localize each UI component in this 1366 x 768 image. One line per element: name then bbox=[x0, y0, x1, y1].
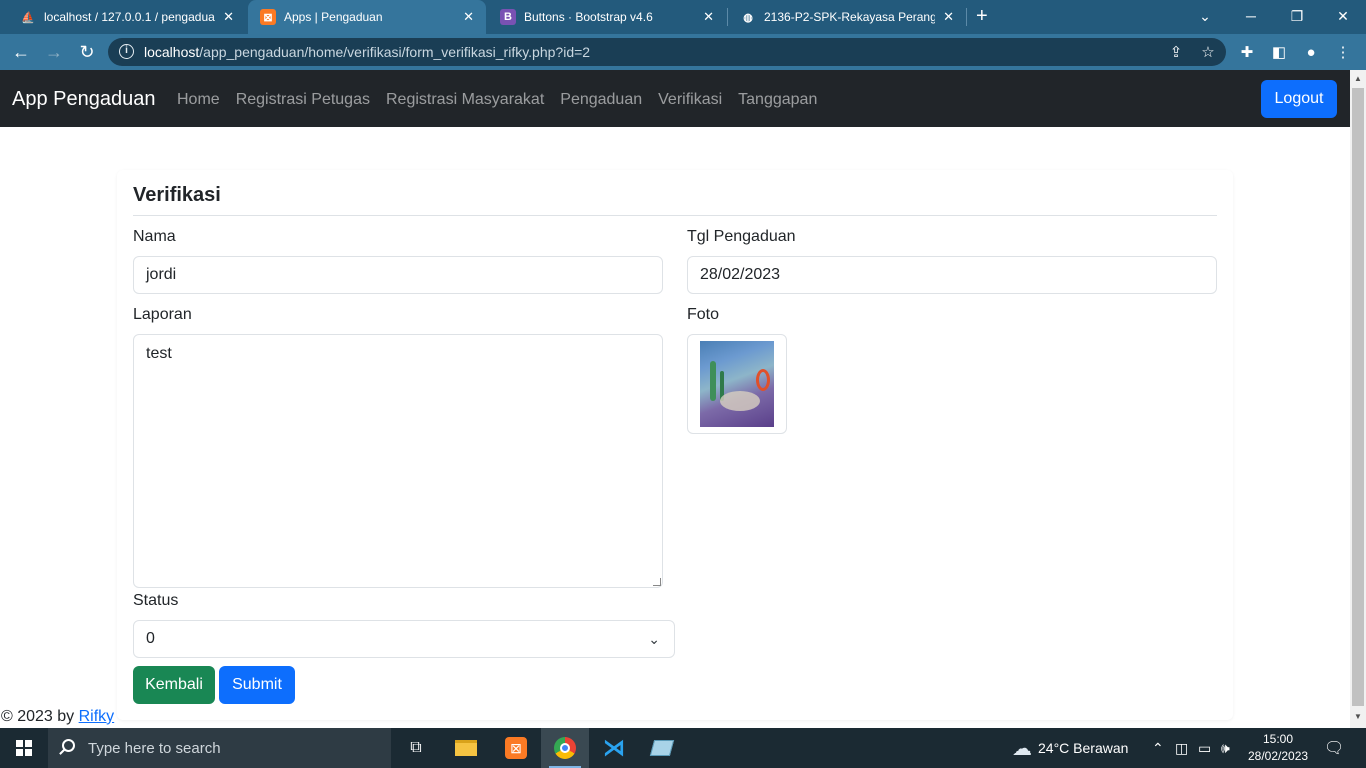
laporan-label: Laporan bbox=[133, 306, 192, 323]
close-icon[interactable]: ✕ bbox=[463, 9, 474, 25]
address-bar[interactable]: i localhost/app_pengaduan/home/verifikas… bbox=[108, 38, 1226, 66]
kembali-button[interactable]: Kembali bbox=[133, 666, 215, 704]
scroll-down-icon[interactable]: ▼ bbox=[1354, 712, 1362, 721]
laporan-textarea[interactable]: test bbox=[133, 334, 663, 588]
nav-links: Home Registrasi Petugas Registrasi Masya… bbox=[177, 91, 817, 109]
notification-icon[interactable]: 🗨 bbox=[1324, 728, 1344, 768]
tab-spk[interactable]: ◍ 2136-P2-SPK-Rekayasa Perangkat ✕ bbox=[728, 0, 966, 34]
reload-icon[interactable]: ↻ bbox=[76, 41, 98, 63]
bookmark-star-icon[interactable]: ☆ bbox=[1198, 42, 1218, 62]
close-window-icon[interactable]: ✕ bbox=[1320, 0, 1366, 32]
nama-label: Nama bbox=[133, 228, 176, 245]
restore-icon[interactable]: ❐ bbox=[1274, 0, 1320, 32]
vscode-app-icon[interactable]: ⋊ bbox=[590, 728, 638, 768]
xampp-app-icon[interactable]: ⊠ bbox=[492, 728, 540, 768]
nav-registrasi-masyarakat[interactable]: Registrasi Masyarakat bbox=[386, 91, 544, 109]
browser-toolbar: ← → ↻ i localhost/app_pengaduan/home/ver… bbox=[0, 34, 1366, 70]
navbar-brand[interactable]: App Pengaduan bbox=[12, 88, 155, 111]
submit-button[interactable]: Submit bbox=[219, 666, 295, 704]
back-icon[interactable]: ← bbox=[10, 41, 32, 63]
clock-time: 15:00 bbox=[1262, 732, 1294, 746]
footer: © 2023 by Rifky bbox=[1, 708, 114, 726]
cloud-icon: ☁ bbox=[1012, 737, 1032, 760]
scroll-up-icon[interactable]: ▲ bbox=[1354, 74, 1362, 83]
forward-icon[interactable]: → bbox=[43, 41, 65, 63]
url-path: /app_pengaduan/home/verifikasi/form_veri… bbox=[199, 44, 591, 60]
foto-thumbnail bbox=[687, 334, 787, 434]
tab-search-icon[interactable]: ⌄ bbox=[1182, 0, 1228, 32]
share-icon[interactable]: ⇪ bbox=[1166, 42, 1186, 62]
nama-input[interactable]: jordi bbox=[133, 256, 663, 294]
task-view-icon[interactable]: ⧉ bbox=[392, 728, 440, 768]
card-title: Verifikasi bbox=[133, 184, 221, 206]
nav-verifikasi[interactable]: Verifikasi bbox=[658, 91, 722, 109]
nav-home[interactable]: Home bbox=[177, 91, 220, 109]
file-explorer-icon[interactable] bbox=[442, 728, 490, 768]
network-icon[interactable]: ▭ bbox=[1198, 728, 1211, 768]
nav-tanggapan[interactable]: Tanggapan bbox=[738, 91, 817, 109]
scrollbar-thumb[interactable] bbox=[1352, 88, 1364, 706]
new-tab-icon[interactable]: + bbox=[976, 5, 988, 27]
status-value: 0 bbox=[146, 630, 155, 647]
chevron-up-icon[interactable]: ⌃ bbox=[1152, 728, 1164, 768]
xampp-icon: ⊠ bbox=[260, 9, 276, 25]
tab-phpmyadmin[interactable]: ⛵ localhost / 127.0.0.1 / pengaduan ✕ bbox=[8, 0, 246, 34]
menu-icon[interactable]: ⋮ bbox=[1333, 42, 1353, 62]
notes-app-icon[interactable] bbox=[638, 728, 686, 768]
status-label: Status bbox=[133, 592, 179, 609]
weather-text: 24°C Berawan bbox=[1038, 740, 1129, 756]
footer-text: © 2023 by bbox=[1, 708, 75, 725]
footer-author-link[interactable]: Rifky bbox=[79, 708, 115, 725]
weather-widget[interactable]: ☁ 24°C Berawan bbox=[1012, 728, 1128, 768]
nav-registrasi-petugas[interactable]: Registrasi Petugas bbox=[236, 91, 370, 109]
windows-logo-icon bbox=[16, 740, 32, 756]
app-navbar: App Pengaduan Home Registrasi Petugas Re… bbox=[0, 70, 1350, 127]
nav-pengaduan[interactable]: Pengaduan bbox=[560, 91, 642, 109]
browser-tab-strip: ⛵ localhost / 127.0.0.1 / pengaduan ✕ ⊠ … bbox=[0, 0, 1366, 34]
foto-image bbox=[700, 341, 774, 427]
phpmyadmin-icon: ⛵ bbox=[21, 11, 35, 24]
laporan-value: test bbox=[146, 345, 172, 362]
clock-date: 28/02/2023 bbox=[1248, 749, 1309, 763]
site-info-icon[interactable]: i bbox=[119, 44, 134, 59]
taskbar-search[interactable]: Type here to search bbox=[48, 728, 391, 768]
windows-taskbar: Type here to search ⧉ ⊠ ⋊ ☁ 24°C Berawan… bbox=[0, 728, 1366, 768]
page-scrollbar[interactable]: ▲ ▼ bbox=[1350, 70, 1366, 728]
close-icon[interactable]: ✕ bbox=[223, 9, 234, 25]
extensions-icon[interactable]: ✚ bbox=[1237, 42, 1257, 62]
globe-icon: ◍ bbox=[743, 11, 753, 24]
side-panel-icon[interactable]: ◧ bbox=[1269, 42, 1289, 62]
chrome-app-icon[interactable] bbox=[541, 728, 589, 768]
foto-label: Foto bbox=[687, 306, 720, 323]
nama-value: jordi bbox=[146, 266, 177, 283]
volume-icon[interactable]: 🕪 bbox=[1221, 728, 1230, 768]
system-clock[interactable]: 15:00 28/02/2023 bbox=[1248, 731, 1308, 765]
verifikasi-card: Verifikasi Nama jordi Tgl Pengaduan 28/0… bbox=[117, 170, 1233, 720]
meet-icon[interactable]: ◫ bbox=[1175, 728, 1188, 768]
tgl-pengaduan-value: 28/02/2023 bbox=[700, 266, 781, 283]
search-icon bbox=[62, 739, 75, 752]
start-button[interactable] bbox=[0, 728, 48, 768]
search-placeholder: Type here to search bbox=[88, 739, 221, 757]
chevron-down-icon: ⌄ bbox=[648, 631, 660, 647]
divider bbox=[133, 215, 1217, 216]
minimize-icon[interactable]: ─ bbox=[1228, 0, 1274, 32]
url-host: localhost bbox=[144, 44, 200, 60]
status-select[interactable]: 0 ⌄ bbox=[133, 620, 675, 658]
bootstrap-icon: B bbox=[500, 9, 516, 25]
close-icon[interactable]: ✕ bbox=[943, 9, 954, 25]
logout-button[interactable]: Logout bbox=[1261, 80, 1337, 118]
tgl-pengaduan-input[interactable]: 28/02/2023 bbox=[687, 256, 1217, 294]
tab-apps-pengaduan[interactable]: ⊠ Apps | Pengaduan ✕ bbox=[248, 0, 486, 34]
tab-bootstrap-buttons[interactable]: B Buttons · Bootstrap v4.6 ✕ bbox=[488, 0, 726, 34]
close-icon[interactable]: ✕ bbox=[703, 9, 714, 25]
tgl-pengaduan-label: Tgl Pengaduan bbox=[687, 228, 796, 245]
tab-separator bbox=[966, 8, 967, 26]
profile-icon[interactable]: ● bbox=[1301, 42, 1321, 62]
resize-handle-icon[interactable] bbox=[653, 578, 661, 586]
